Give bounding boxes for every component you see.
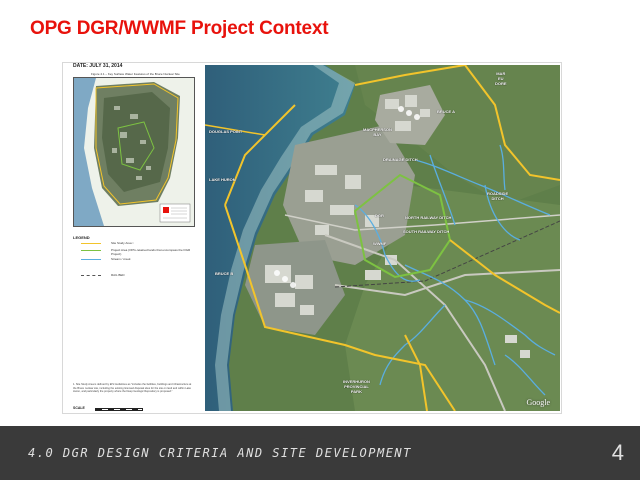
scale-label: SCALE (73, 406, 85, 410)
map-label-inverhuron-park: INVERHURON PROVINCIAL PARK (343, 379, 370, 394)
legend-swatch-project-area (81, 250, 101, 251)
map-label-south-railway-ditch: SOUTH RAILWAY DITCH (403, 229, 450, 234)
legend-swatch-study-area (81, 243, 101, 244)
google-logo: Google (526, 398, 550, 407)
figure-date: DATE: JULY 31, 2014 (73, 63, 123, 69)
map-label-inverhuron-park-text: INVERHURON PROVINCIAL PARK (343, 379, 370, 394)
map-label-roadside-ditch-text: ROADSIDE DITCH (487, 191, 509, 201)
aerial-map-graphic (205, 65, 560, 411)
map-label-douglas-point: DOUGLAS POINT (209, 129, 243, 134)
legend-label-stream: Stream / creek (111, 257, 131, 261)
map-label-macpherson-bay-text: MACPHERSON BAY (363, 127, 392, 137)
map-label-wwmf: WWMF (373, 241, 387, 246)
legend-swatch-stream (81, 259, 101, 260)
map-label-bruce-b: BRUCE B (215, 271, 234, 276)
legend-label-study-area: Site Study Area ¹ (111, 241, 134, 245)
map-label-mar-eu-dore-text: MAR EU DORE (495, 71, 507, 86)
legend-label-project-area: Project Area (OPG-retained lands that en… (111, 248, 191, 256)
aerial-map: MAR EU DORE MACPHERSON BAY BRUCE A DOUGL… (205, 65, 560, 411)
inset-map-graphic (74, 78, 194, 226)
map-label-lake-huron: LAKE HURON (209, 177, 236, 182)
map-label-north-railway-ditch: NORTH RAILWAY DITCH (405, 215, 452, 220)
slide-title: OPG DGR/WWMF Project Context (30, 18, 329, 39)
figure-footnote: 1. Site Study Area is defined by EIS Gui… (73, 383, 192, 393)
map-label-bruce-a: BRUCE A (437, 109, 456, 114)
scale-bar (95, 408, 143, 411)
map-label-mar-eu-dore: MAR EU DORE (495, 71, 507, 86)
legend-title: LEGEND (73, 235, 90, 240)
site-figure: DATE: JULY 31, 2014 Figure 4.1 – Key Sur… (62, 62, 562, 414)
page-number: 4 (611, 440, 624, 465)
inset-title: Figure 4.1 – Key Surface Water Features … (91, 72, 180, 76)
map-label-drainage-ditch: DRAINAGE DITCH (383, 157, 418, 162)
legend-swatch-rail-bed (81, 275, 101, 276)
map-label-roadside-ditch: ROADSIDE DITCH (487, 191, 508, 201)
map-label-macpherson-bay: MACPHERSON BAY (363, 127, 392, 137)
footer-section-title: 4.0 DGR DESIGN CRITERIA AND SITE DEVELOP… (28, 446, 412, 460)
map-label-dgr: DGR (375, 213, 384, 218)
legend-label-rail-bed: RAIL BED (111, 273, 125, 277)
figure-side-panel: DATE: JULY 31, 2014 Figure 4.1 – Key Sur… (63, 63, 203, 413)
inset-map (73, 77, 195, 227)
